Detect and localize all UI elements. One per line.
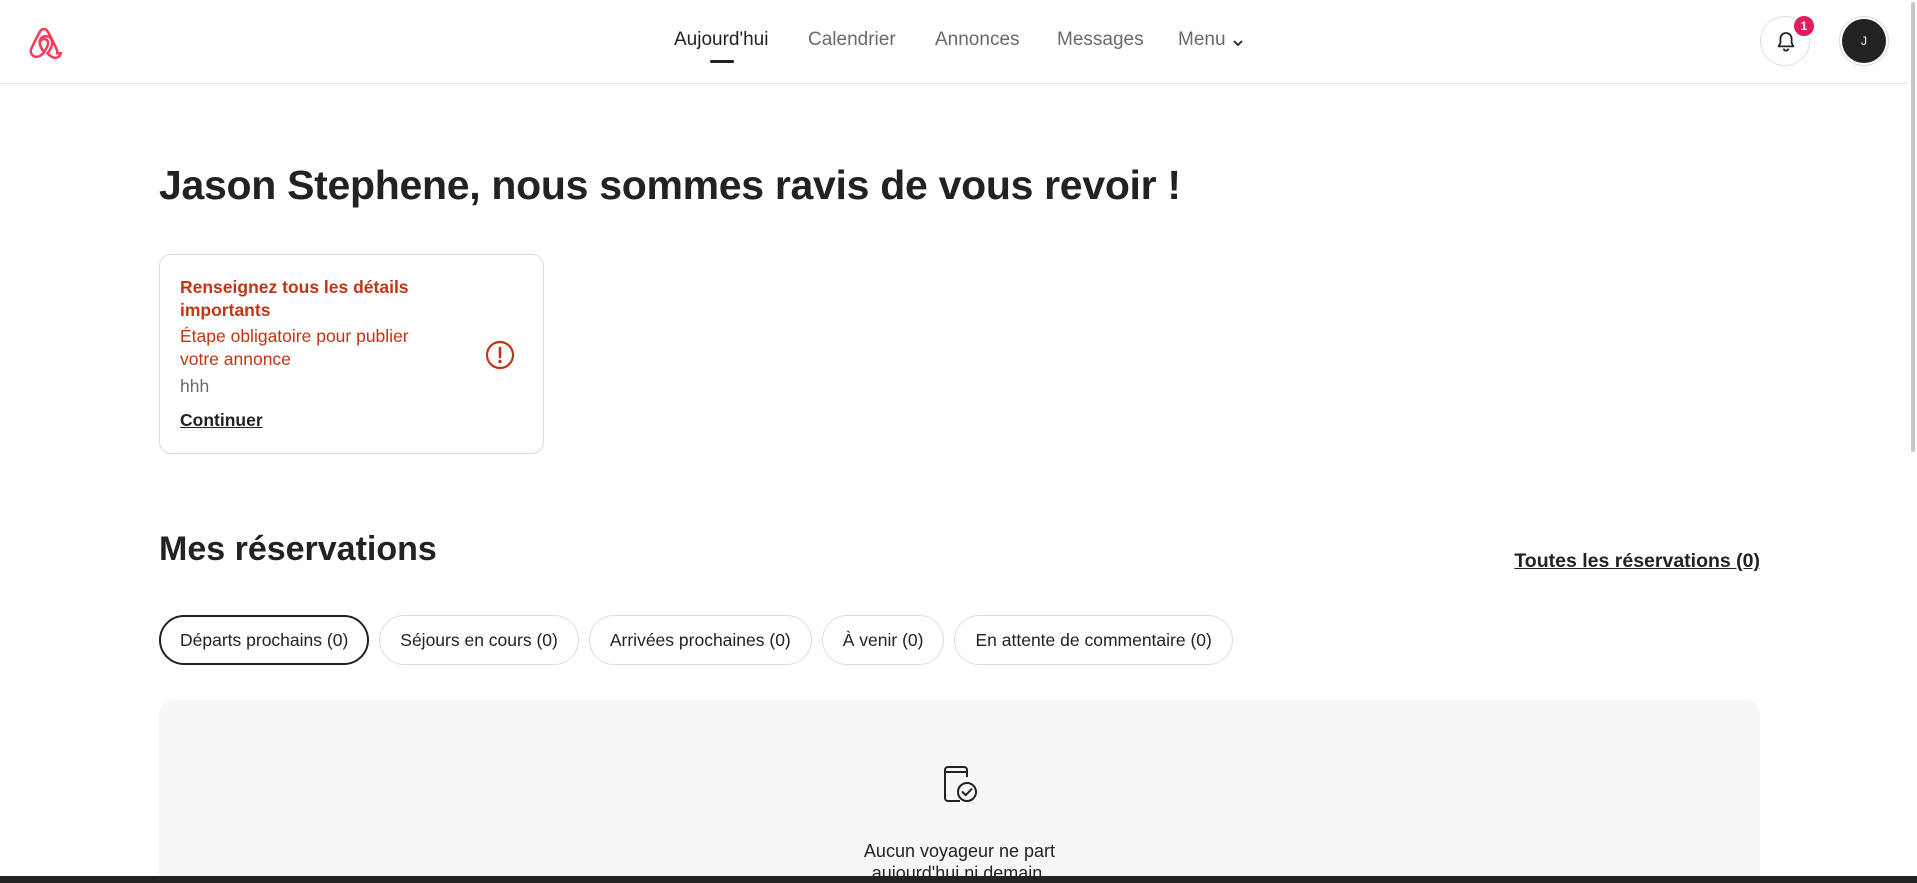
tab-pending-review[interactable]: En attente de commentaire (0) (954, 615, 1233, 665)
task-title: Renseignez tous les détails importants (180, 277, 409, 320)
bottom-bar (0, 876, 1917, 883)
alert-circle-icon (484, 339, 516, 376)
bell-icon (1777, 32, 1795, 52)
tab-checking-out[interactable]: Départs prochains (0) (159, 615, 370, 665)
main-nav: Aujourd'hui Calendrier Annonces Messages… (0, 0, 1917, 84)
nav-listings[interactable]: Annonces (935, 28, 1020, 52)
tab-upcoming[interactable]: À venir (0) (821, 615, 945, 665)
reservations-title: Mes réservations (159, 530, 437, 568)
task-subtitle: Étape obligatoire pour publier votre ann… (180, 326, 409, 369)
avatar[interactable]: J (1842, 19, 1886, 63)
chevron-down-icon (1232, 32, 1244, 47)
nav-menu-label: Menu (1178, 29, 1226, 50)
notifications-badge: 1 (1792, 14, 1816, 38)
listing-name: hhh (180, 376, 210, 396)
nav-menu[interactable]: Menu (1178, 28, 1244, 52)
nav-calendar[interactable]: Calendrier (808, 28, 896, 52)
tab-arriving-soon[interactable]: Arrivées prochaines (0) (588, 615, 812, 665)
nav-active-indicator (710, 60, 734, 63)
all-reservations-link[interactable]: Toutes les réservations (0) (1514, 550, 1760, 573)
nav-today[interactable]: Aujourd'hui (674, 28, 768, 52)
empty-state-panel: Aucun voyageur ne part aujourd'hui ni de… (159, 700, 1760, 883)
top-header: Aujourd'hui Calendrier Annonces Messages… (0, 0, 1917, 84)
page-title: Jason Stephene, nous sommes ravis de vou… (159, 162, 1181, 208)
listing-task-card[interactable]: Renseignez tous les détails importants É… (159, 254, 544, 454)
scrollbar-thumb[interactable] (1911, 2, 1915, 452)
calendar-check-icon (940, 763, 980, 810)
page: Aujourd'hui Calendrier Annonces Messages… (0, 0, 1917, 883)
reservation-tabs: Départs prochains (0) Séjours en cours (… (159, 615, 1233, 665)
tab-currently-hosting[interactable]: Séjours en cours (0) (379, 615, 579, 665)
continue-link[interactable]: Continuer (180, 410, 263, 431)
nav-messages[interactable]: Messages (1057, 28, 1144, 52)
